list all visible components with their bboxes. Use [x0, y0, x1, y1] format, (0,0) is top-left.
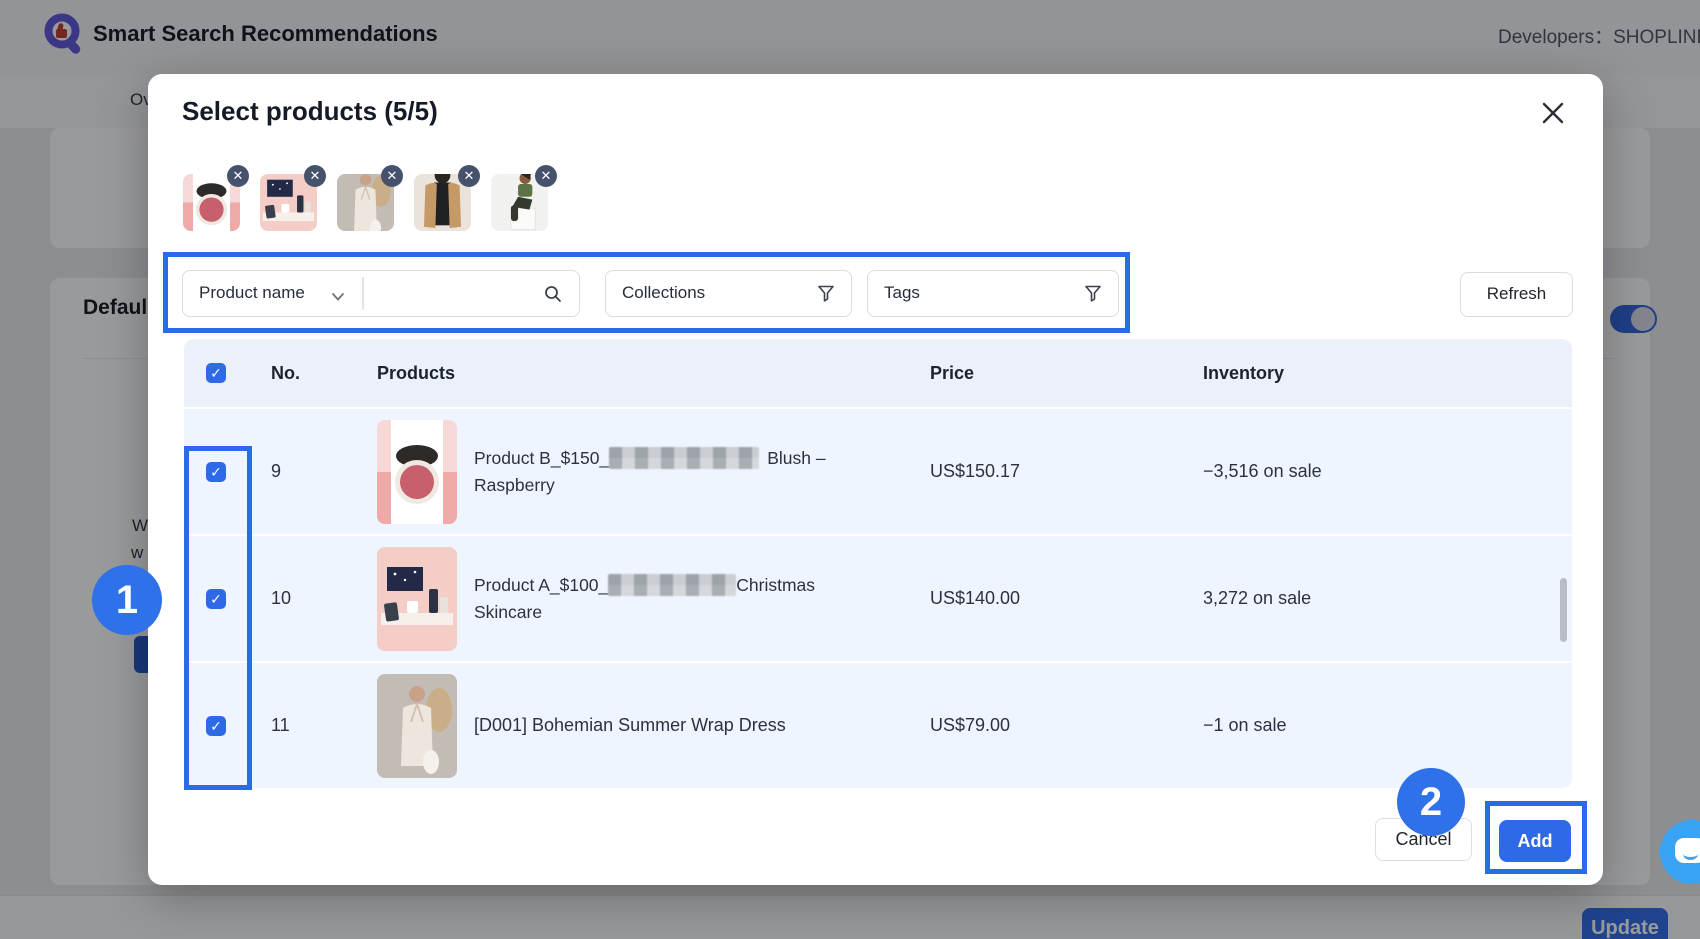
- annotation-step-1-badge: 1: [92, 565, 162, 635]
- screen: Smart Search Recommendations Developers：…: [0, 0, 1700, 939]
- redacted-text: [609, 447, 759, 469]
- row-inventory: −1 on sale: [1203, 663, 1287, 788]
- product-name: [D001] Bohemian Summer Wrap Dress: [474, 663, 786, 788]
- col-products: Products: [377, 339, 455, 407]
- annotation-step-2-badge: 2: [1397, 768, 1465, 836]
- filter-funnel-icon: [817, 284, 835, 308]
- selected-product-thumb-dress: ✕: [337, 174, 394, 231]
- add-button[interactable]: Add: [1499, 820, 1571, 862]
- collections-label: Collections: [622, 283, 705, 303]
- row-inventory: 3,272 on sale: [1203, 536, 1311, 661]
- close-icon[interactable]: [1536, 96, 1570, 130]
- col-inventory: Inventory: [1203, 339, 1284, 407]
- selected-product-thumb-blush: ✕: [183, 174, 240, 231]
- product-name-select[interactable]: Product name: [199, 283, 305, 303]
- products-table: ✓ No. Products Price Inventory ✓ 9 Produ…: [184, 339, 1572, 788]
- product-image-blush: [377, 420, 457, 524]
- product-image-dress: [377, 674, 457, 778]
- select-products-modal: Select products (5/5) ✕ ✕: [148, 74, 1603, 885]
- selected-product-thumb-model: ✕: [491, 174, 548, 231]
- row-no: 11: [271, 663, 290, 788]
- modal-title: Select products (5/5): [182, 96, 438, 127]
- table-row[interactable]: ✓ 9 Product B_$150_Blush – Raspberry US$…: [184, 407, 1572, 534]
- row-no: 9: [271, 409, 281, 534]
- filter-funnel-icon: [1084, 284, 1102, 308]
- table-row[interactable]: ✓ 11 [D001] Bohemian Summer Wrap Dress U…: [184, 661, 1572, 788]
- search-input[interactable]: [373, 277, 537, 311]
- refresh-button[interactable]: Refresh: [1460, 272, 1573, 317]
- col-price: Price: [930, 339, 974, 407]
- redacted-text: [608, 574, 736, 596]
- remove-icon[interactable]: ✕: [381, 165, 403, 187]
- row-checkbox[interactable]: ✓: [206, 409, 226, 534]
- tags-filter[interactable]: Tags: [867, 270, 1119, 317]
- row-inventory: −3,516 on sale: [1203, 409, 1322, 534]
- selected-product-thumb-skincare: ✕: [260, 174, 317, 231]
- row-price: US$79.00: [930, 663, 1010, 788]
- table-header: ✓ No. Products Price Inventory: [184, 339, 1572, 407]
- selected-product-thumb-jacket: ✕: [414, 174, 471, 231]
- remove-icon[interactable]: ✕: [304, 165, 326, 187]
- chevron-down-icon[interactable]: [331, 289, 345, 307]
- product-image-skincare: [377, 547, 457, 651]
- row-price: US$150.17: [930, 409, 1020, 534]
- product-name: Product B_$150_Blush – Raspberry: [474, 445, 974, 499]
- col-no: No.: [271, 339, 300, 407]
- chat-smile-icon: [1683, 848, 1698, 860]
- collections-filter[interactable]: Collections: [605, 270, 852, 317]
- remove-icon[interactable]: ✕: [227, 165, 249, 187]
- table-row[interactable]: ✓ 10 Product A_$100_Christmas Skincare U…: [184, 534, 1572, 661]
- tags-label: Tags: [884, 283, 920, 303]
- search-icon[interactable]: [543, 284, 563, 309]
- remove-icon[interactable]: ✕: [535, 165, 557, 187]
- product-name: Product A_$100_Christmas Skincare: [474, 572, 974, 626]
- divider: [362, 277, 364, 310]
- remove-icon[interactable]: ✕: [458, 165, 480, 187]
- table-scrollbar-thumb[interactable]: [1560, 578, 1567, 642]
- row-no: 10: [271, 536, 291, 661]
- row-price: US$140.00: [930, 536, 1020, 661]
- select-all-checkbox[interactable]: ✓: [206, 339, 226, 407]
- row-checkbox[interactable]: ✓: [206, 663, 226, 788]
- product-search-combo: Product name: [182, 270, 580, 317]
- row-checkbox[interactable]: ✓: [206, 536, 226, 661]
